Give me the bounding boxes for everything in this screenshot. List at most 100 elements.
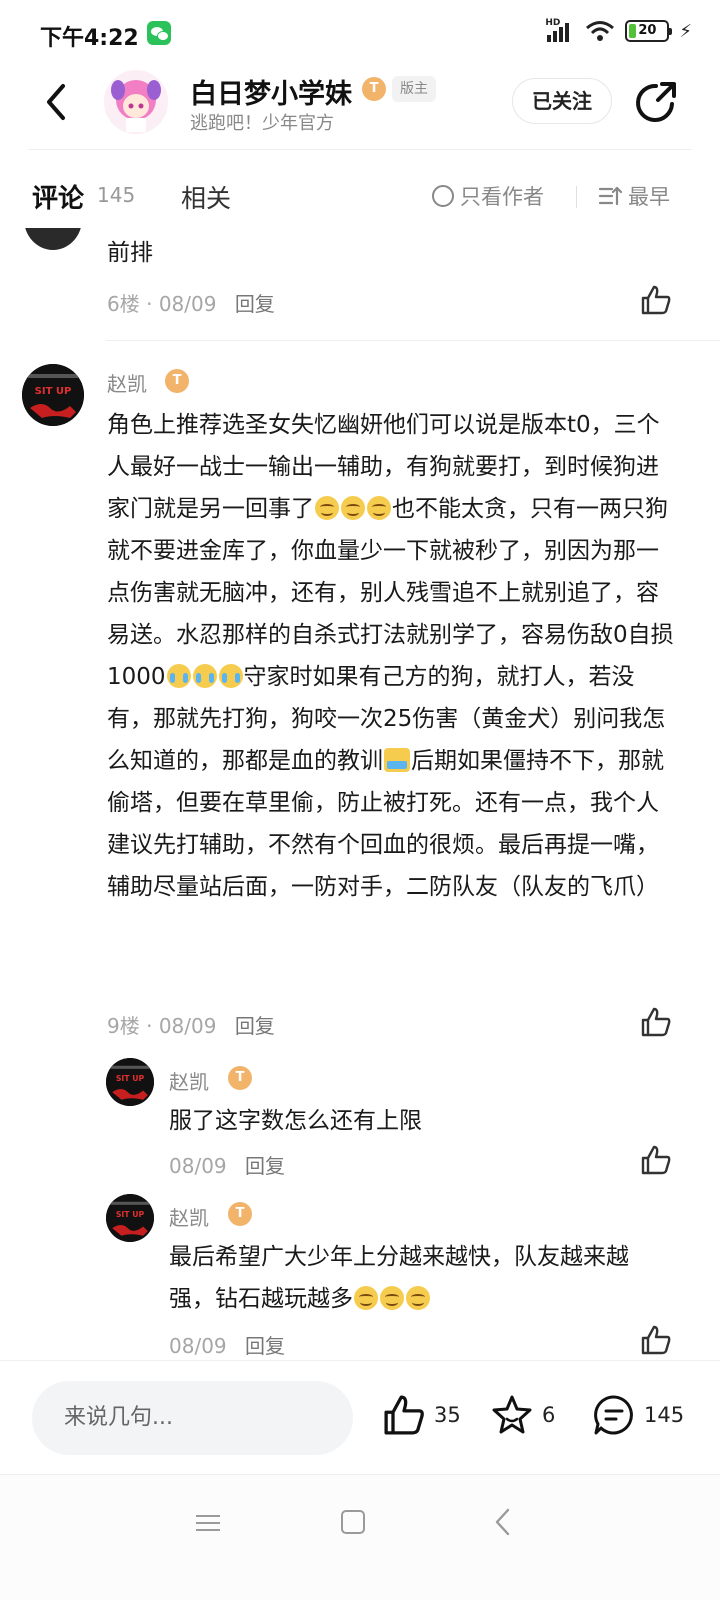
favorite-count: 6 xyxy=(542,1403,556,1427)
floor-number: 6楼 xyxy=(107,292,140,316)
level-badge: T xyxy=(362,77,386,101)
back-button[interactable] xyxy=(36,82,76,122)
comment-meta: 6楼 · 08/09 回复 xyxy=(107,288,275,317)
smile-emoji-icon xyxy=(315,496,339,520)
level-badge: T xyxy=(228,1202,252,1226)
share-icon xyxy=(636,82,676,122)
reply-meta: 08/09 回复 xyxy=(169,1150,285,1179)
radio-icon xyxy=(432,185,454,207)
anime-avatar-image xyxy=(104,70,168,134)
comments-count: 145 xyxy=(97,183,136,207)
status-bar: 下午4:22 HD 20 ⚡ xyxy=(0,0,720,66)
thumbs-up-icon[interactable] xyxy=(640,284,672,316)
smile-emoji-icon xyxy=(354,1286,378,1310)
sobbing-emoji-icon xyxy=(384,748,410,772)
sit-up-avatar-image: SIT UP xyxy=(106,1194,154,1242)
comment-count: 145 xyxy=(644,1403,685,1427)
bottom-action-bar: 来说几句... 35 6 145 xyxy=(0,1360,720,1474)
reply-text: 最后希望广大少年上分越来越快，队友越来越强，钻石越玩越多 xyxy=(169,1236,669,1320)
comment-divider xyxy=(106,340,720,341)
crying-emoji-icon xyxy=(218,664,243,688)
only-author-label: 只看作者 xyxy=(460,185,544,209)
share-button[interactable] xyxy=(632,80,678,126)
comment-username[interactable]: 赵凯 xyxy=(107,368,147,397)
smile-emoji-icon xyxy=(406,1286,430,1310)
reply-button[interactable]: 回复 xyxy=(235,1014,275,1038)
sort-icon xyxy=(598,186,622,206)
avatar[interactable]: SIT UP xyxy=(106,1194,154,1242)
reply-date: 08/09 xyxy=(169,1154,227,1178)
svg-text:SIT UP: SIT UP xyxy=(116,1210,145,1219)
wechat-icon xyxy=(147,21,171,45)
reply-button[interactable]: 回复 xyxy=(235,292,275,316)
comment-list: 前排 6楼 · 08/09 回复 SIT UP 赵凯 T 角色上推荐选圣女失忆幽… xyxy=(0,228,720,1360)
status-indicators: HD 20 ⚡ xyxy=(545,18,692,42)
avatar[interactable]: SIT UP xyxy=(106,1058,154,1106)
reply-text: 服了这字数怎么还有上限 xyxy=(169,1108,422,1134)
signal-icon: HD xyxy=(545,18,575,42)
header-divider xyxy=(28,149,692,150)
svg-text:SIT UP: SIT UP xyxy=(116,1074,145,1083)
reply-username[interactable]: 赵凯 xyxy=(169,1066,209,1095)
host-avatar[interactable] xyxy=(104,70,168,134)
comment-date: 08/09 xyxy=(158,1014,217,1038)
smile-emoji-icon xyxy=(380,1286,404,1310)
floor-number: 9楼 xyxy=(107,1014,140,1038)
comment-text: 前排 xyxy=(107,240,153,266)
comment-text-part: 也不能太贪，只有一两只狗就不要进金库了，你血量少一下就被秒了，别因为那一点伤害就… xyxy=(107,496,674,690)
comment-date: 08/09 xyxy=(158,292,217,316)
svg-text:SIT UP: SIT UP xyxy=(35,386,72,397)
thumbs-up-icon[interactable] xyxy=(640,1324,672,1356)
like-button[interactable]: 35 xyxy=(382,1393,461,1437)
meta-dot: · xyxy=(146,292,159,316)
level-badge: T xyxy=(165,369,189,393)
system-navigation-bar xyxy=(0,1474,720,1600)
comment-input[interactable]: 来说几句... xyxy=(32,1381,353,1455)
only-author-toggle[interactable]: 只看作者 xyxy=(432,181,544,211)
comment-button[interactable]: 145 xyxy=(592,1393,684,1437)
crying-emoji-icon xyxy=(192,664,217,688)
sort-label: 最早 xyxy=(628,185,670,209)
tab-separator xyxy=(576,186,577,208)
reply-button[interactable]: 回复 xyxy=(245,1334,285,1358)
favorite-button[interactable]: 6 xyxy=(490,1393,555,1437)
comment-text: 角色上推荐选圣女失忆幽妍他们可以说是版本t0，三个人最好一战士一输出一辅助，有狗… xyxy=(107,404,677,908)
host-subtitle: 逃跑吧！少年官方 xyxy=(190,113,334,134)
comment-tabs: 评论 145 相关 只看作者 最早 xyxy=(0,168,720,228)
like-count: 35 xyxy=(434,1403,461,1427)
home-button[interactable] xyxy=(341,1510,365,1534)
smile-emoji-icon xyxy=(367,496,391,520)
comment-meta: 9楼 · 08/09 回复 xyxy=(107,1010,275,1039)
recent-apps-button[interactable] xyxy=(196,1511,220,1535)
sit-up-avatar-image: SIT UP xyxy=(22,364,84,426)
battery-icon: 20 xyxy=(625,20,673,42)
post-header: 白日梦小学妹 T 版主 逃跑吧！少年官方 已关注 xyxy=(0,66,720,150)
crying-emoji-icon xyxy=(166,664,191,688)
reply-meta: 08/09 回复 xyxy=(169,1330,285,1359)
thumbs-up-icon[interactable] xyxy=(640,1006,672,1038)
avatar[interactable]: SIT UP xyxy=(22,364,84,426)
back-arrow-icon xyxy=(47,84,65,120)
avatar[interactable] xyxy=(24,228,82,250)
wifi-icon xyxy=(586,21,615,41)
reply-button[interactable]: 回复 xyxy=(245,1154,285,1178)
sort-button[interactable]: 最早 xyxy=(598,181,670,211)
follow-button[interactable]: 已关注 xyxy=(512,78,612,124)
moderator-tag: 版主 xyxy=(392,76,436,102)
battery-text: 20 xyxy=(638,23,657,38)
reply-username[interactable]: 赵凯 xyxy=(169,1202,209,1231)
charging-icon: ⚡ xyxy=(679,20,692,42)
thumbs-up-icon xyxy=(384,1395,424,1435)
level-badge: T xyxy=(228,1066,252,1090)
system-back-button[interactable] xyxy=(493,1507,513,1537)
tab-comments[interactable]: 评论 xyxy=(32,178,84,215)
smile-emoji-icon xyxy=(341,496,365,520)
status-time: 下午4:22 xyxy=(40,26,139,51)
sit-up-avatar-image: SIT UP xyxy=(106,1058,154,1106)
comment-bubble-icon xyxy=(594,1395,633,1435)
tab-related[interactable]: 相关 xyxy=(181,179,231,215)
meta-dot: · xyxy=(146,1014,159,1038)
thumbs-up-icon[interactable] xyxy=(640,1144,672,1176)
host-name[interactable]: 白日梦小学妹 xyxy=(190,72,352,111)
star-icon xyxy=(492,1395,532,1434)
